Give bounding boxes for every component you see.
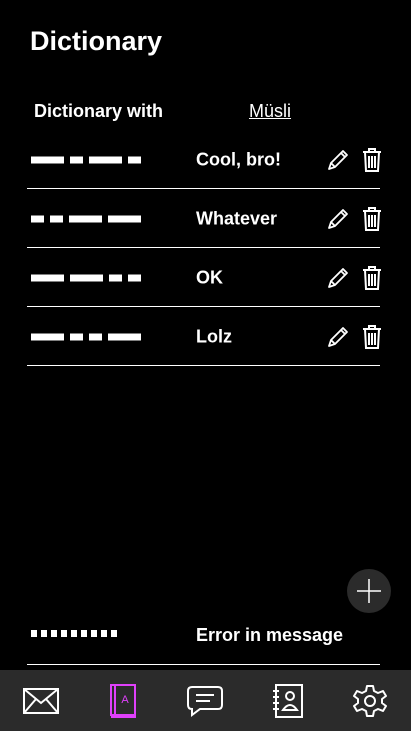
trash-icon <box>363 325 381 349</box>
pencil-icon <box>328 209 348 229</box>
pattern-display <box>31 274 141 282</box>
trash-icon <box>363 266 381 290</box>
pattern-display <box>31 215 141 223</box>
dot-mark <box>41 630 47 637</box>
dot-mark <box>111 630 117 637</box>
dash-mark <box>69 215 102 223</box>
nav-chat[interactable] <box>180 676 230 726</box>
dictionary-entry: OK <box>27 249 381 307</box>
edit-button[interactable] <box>325 146 351 174</box>
envelope-icon <box>23 687 60 714</box>
add-entry-button[interactable] <box>347 569 391 613</box>
dictionary-book-icon: A <box>110 683 137 718</box>
entry-meaning: OK <box>196 267 223 288</box>
edit-button[interactable] <box>325 323 351 351</box>
gear-icon <box>352 684 387 717</box>
dot-mark <box>91 630 97 637</box>
plus-icon <box>357 579 381 603</box>
delete-button[interactable] <box>359 323 385 351</box>
chat-bubble-icon <box>187 685 224 717</box>
dot-mark <box>50 215 63 223</box>
dot-mark <box>109 274 122 282</box>
bottom-nav: A <box>0 670 411 731</box>
pencil-icon <box>328 327 348 347</box>
delete-button[interactable] <box>359 205 385 233</box>
svg-text:A: A <box>122 694 130 706</box>
pattern-display <box>31 156 141 164</box>
page-title: Dictionary <box>30 26 163 56</box>
dot-mark <box>101 630 107 637</box>
delete-button[interactable] <box>359 264 385 292</box>
dictionary-with-label: Dictionary with <box>34 101 164 121</box>
dictionary-entry: Cool, bro! <box>27 131 381 189</box>
trash-icon <box>363 148 381 172</box>
dash-mark <box>89 156 122 164</box>
nav-settings[interactable] <box>345 676 395 726</box>
dash-mark <box>108 215 141 223</box>
pattern-display <box>31 333 141 341</box>
nav-dictionary[interactable]: A <box>98 676 148 726</box>
contacts-book-icon <box>272 683 303 718</box>
dash-mark <box>31 333 64 341</box>
dictionary-entry: Whatever <box>27 190 381 248</box>
edit-button[interactable] <box>325 205 351 233</box>
dash-mark <box>31 156 64 164</box>
dot-mark <box>31 630 37 637</box>
dot-mark <box>70 156 83 164</box>
dash-mark <box>70 274 103 282</box>
delete-button[interactable] <box>359 146 385 174</box>
nav-contacts[interactable] <box>263 676 313 726</box>
dot-mark <box>81 630 87 637</box>
error-pattern-display <box>31 630 117 637</box>
pencil-icon <box>328 268 348 288</box>
dash-mark <box>108 333 141 341</box>
contact-name-link[interactable]: Müsli <box>249 101 291 122</box>
dictionary-entry: Lolz <box>27 308 381 366</box>
entry-meaning: Whatever <box>196 208 278 229</box>
dot-mark <box>128 274 141 282</box>
error-entry: Error in message <box>27 610 380 665</box>
dot-mark <box>61 630 67 637</box>
dot-mark <box>128 156 141 164</box>
nav-messages[interactable] <box>16 676 66 726</box>
dot-mark <box>71 630 77 637</box>
dot-mark <box>51 630 57 637</box>
pencil-icon <box>328 150 348 170</box>
error-meaning: Error in message <box>196 625 344 645</box>
entry-meaning: Lolz <box>196 326 232 347</box>
entry-meaning: Cool, bro! <box>196 149 281 170</box>
trash-icon <box>363 207 381 231</box>
dot-mark <box>31 215 44 223</box>
dot-mark <box>89 333 102 341</box>
dash-mark <box>31 274 64 282</box>
dot-mark <box>70 333 83 341</box>
edit-button[interactable] <box>325 264 351 292</box>
